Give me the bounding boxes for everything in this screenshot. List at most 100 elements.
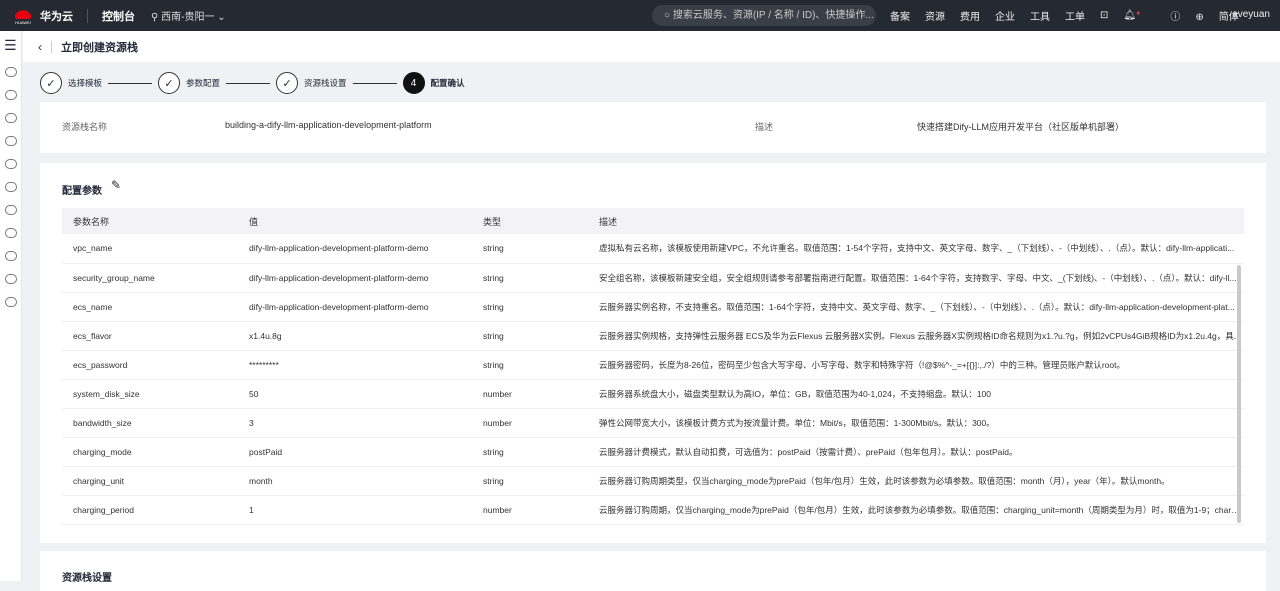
table-row: system_disk_size 50 number 云服务器系统盘大小，磁盘类型默认…	[62, 379, 1244, 409]
cloud-service-icon[interactable]	[5, 136, 17, 146]
nav-tools[interactable]: 工具	[1030, 8, 1050, 23]
param-name: ecs_password	[62, 350, 238, 380]
table-row: ecs_password ********* string 云服务器密码，长度为8-2…	[62, 350, 1244, 380]
cloud-service-icon[interactable]	[5, 205, 17, 215]
table-row: charging_mode postPaid string 云服务器计费模式，默认自动…	[62, 437, 1244, 467]
back-icon[interactable]: ‹	[38, 40, 42, 54]
edit-icon[interactable]: ✎	[111, 178, 121, 192]
page-header: ‹ 立即创建资源栈	[23, 31, 1280, 62]
param-value: postPaid	[238, 437, 472, 467]
help-icon[interactable]: ⓘ	[1170, 8, 1180, 23]
stack-settings-card: 资源栈设置	[40, 551, 1266, 591]
step-label: 选择模板	[68, 78, 103, 88]
table-row: bandwidth_size 3 number 弹性公网带宽大小，该模板计费方式为按流…	[62, 408, 1244, 438]
check-icon: ✓	[158, 72, 181, 94]
nav-billing[interactable]: 费用	[960, 8, 980, 23]
param-name: bandwidth_size	[62, 408, 238, 438]
param-value: *********	[238, 350, 472, 380]
param-name: system_disk_size	[62, 379, 238, 409]
divider	[51, 40, 52, 53]
param-name: charging_unit	[62, 466, 238, 496]
param-type: string	[472, 234, 588, 264]
cloud-service-icon[interactable]	[5, 159, 17, 169]
param-name: ecs_name	[62, 292, 238, 322]
table-row: charging_period 1 number 云服务器订购周期，仅当chargin…	[62, 495, 1244, 525]
param-type: string	[472, 350, 588, 380]
cloud-service-icon[interactable]	[5, 251, 17, 261]
search-icon: ○	[664, 10, 673, 21]
scrollbar[interactable]	[1237, 265, 1241, 523]
step-number: 4	[402, 72, 425, 94]
param-value: month	[238, 466, 472, 496]
param-type: number	[472, 495, 588, 525]
page-title: 立即创建资源栈	[61, 41, 138, 54]
param-name: vpc_name	[62, 234, 238, 264]
globe-icon: ⊕	[1195, 12, 1204, 23]
section-title: 资源栈设置	[62, 573, 112, 584]
bell-icon[interactable]: 🔔︎●	[1123, 10, 1155, 21]
brand-name[interactable]: 华为云	[40, 8, 73, 24]
param-description: 安全组名称，该模板新建安全组，安全组规则请参考部署指南进行配置。取值范围：1-6…	[588, 263, 1244, 293]
table-row: security_group_name dify-llm-application-…	[62, 263, 1244, 293]
nav-resources[interactable]: 资源	[925, 8, 945, 23]
param-value: 1	[238, 495, 472, 525]
param-description: 弹性公网带宽大小，该模板计费方式为按流量计费。单位：Mbit/s，取值范围：1-…	[588, 408, 1244, 438]
params-card: 配置参数 ✎ 参数名称 值 类型 描述 vpc_name dify-llm-app…	[40, 163, 1266, 543]
top-nav: 备案 资源 费用 企业 工具 工单 ⊡ 🔔︎● ⓘ ⊕ 简体	[890, 0, 1269, 31]
param-name: security_group_name	[62, 263, 238, 293]
console-link[interactable]: 控制台	[102, 8, 135, 24]
step-label: 参数配置	[186, 78, 221, 88]
stack-name-value: building-a-dify-llm-application-developm…	[225, 120, 432, 130]
huawei-logo[interactable]: HUAWEI	[8, 0, 38, 31]
param-value: x1.4u.8g	[238, 321, 472, 351]
step-label: 配置确认	[430, 78, 465, 88]
cloud-service-icon[interactable]	[5, 90, 17, 100]
search-input[interactable]: ○ 搜索云服务、资源(IP / 名称 / ID)、快捷操作...	[652, 5, 876, 26]
terminal-icon[interactable]: ⊡	[1100, 10, 1108, 21]
nav-enterprise[interactable]: 企业	[995, 8, 1015, 23]
param-name: ecs_flavor	[62, 321, 238, 351]
location-icon: ⚲	[151, 12, 162, 23]
cloud-service-icon[interactable]	[5, 274, 17, 284]
nav-tickets[interactable]: 工单	[1065, 8, 1085, 23]
stack-name-label: 资源栈名称	[62, 122, 108, 132]
cloud-service-icon[interactable]	[5, 67, 17, 77]
top-bar: HUAWEI 华为云 控制台 ⚲ 西南-贵阳一 ⌄ ○ 搜索云服务、资源(IP …	[0, 0, 1280, 31]
check-icon: ✓	[40, 72, 62, 94]
region-selector[interactable]: ⚲ 西南-贵阳一 ⌄	[151, 8, 226, 23]
region-label: 西南-贵阳一	[161, 12, 215, 23]
nav-filing[interactable]: 备案	[890, 8, 910, 23]
param-description: 云服务器系统盘大小，磁盘类型默认为高IO，单位：GB，取值范围为40-1,024…	[588, 379, 1244, 409]
globe-icon[interactable]	[5, 297, 17, 307]
cloud-service-icon[interactable]	[5, 228, 17, 238]
param-type: string	[472, 466, 588, 496]
param-description: 云服务器实例名称，不支持重名。取值范围：1-64个字符，支持中文、英文字母、数字…	[588, 292, 1244, 322]
param-value: 50	[238, 379, 472, 409]
user-menu[interactable]: aveyuan	[1232, 9, 1270, 20]
param-value: dify-llm-application-development-platfor…	[238, 292, 472, 322]
param-description: 虚拟私有云名称，该模板使用新建VPC，不允许重名。取值范围：1-54个字符，支持…	[588, 234, 1244, 264]
description-label: 描述	[755, 122, 774, 132]
param-description: 云服务器订购周期，仅当charging_mode为prePaid（包年/包月）生…	[588, 495, 1244, 525]
menu-icon[interactable]: ☰	[4, 37, 21, 54]
stepper: ✓ 选择模板 ✓ 参数配置 ✓ 资源栈设置 4 配置确认	[40, 72, 465, 94]
column-header: 参数名称	[62, 208, 238, 234]
check-icon: ✓	[276, 72, 299, 94]
table-row: charging_unit month string 云服务器订购周期类型，仅当cha…	[62, 466, 1244, 496]
summary-card: 资源栈名称 building-a-dify-llm-application-de…	[40, 102, 1266, 153]
param-description: 云服务器实例规格，支持弹性云服务器 ECS及华为云Flexus 云服务器X实例。…	[588, 321, 1244, 351]
param-type: number	[472, 379, 588, 409]
search-placeholder: 搜索云服务、资源(IP / 名称 / ID)、快捷操作...	[672, 10, 874, 21]
param-type: string	[472, 292, 588, 322]
section-title: 配置参数	[62, 186, 102, 197]
step-connector	[352, 82, 397, 84]
param-type: string	[472, 263, 588, 293]
chevron-down-icon: ⌄	[214, 12, 226, 23]
step-label: 资源栈设置	[304, 78, 347, 88]
param-value: dify-llm-application-development-platfor…	[238, 263, 472, 293]
cloud-service-icon[interactable]	[5, 182, 17, 192]
param-value: dify-llm-application-development-platfor…	[238, 234, 472, 264]
param-value: 3	[238, 408, 472, 438]
param-name: charging_period	[62, 495, 238, 525]
cloud-service-icon[interactable]	[5, 113, 17, 123]
